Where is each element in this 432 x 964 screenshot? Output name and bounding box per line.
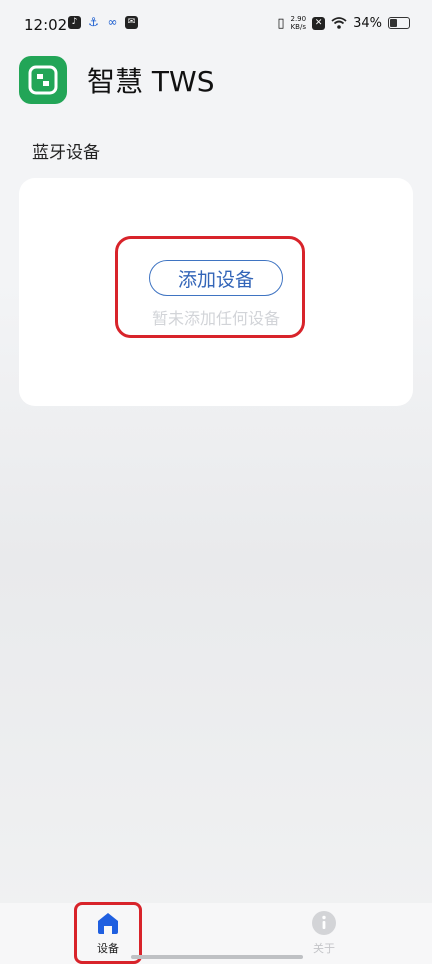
no-sim-icon: ✕	[312, 16, 326, 30]
status-bar: 12:02 ♪ ⚓ ∞ ✉ ▯ 2.90 KB/s ✕ 34%	[0, 0, 432, 50]
section-title: 蓝牙设备	[32, 143, 100, 163]
message-icon: ✉	[125, 16, 138, 29]
status-time: 12:02	[24, 16, 68, 34]
status-right: ▯ 2.90 KB/s ✕ 34%	[277, 15, 410, 31]
app-notification-icon: ⚓	[88, 15, 99, 29]
earbuds-logo-icon	[28, 65, 58, 95]
battery-percent: 34%	[353, 15, 382, 31]
empty-state-text: 暂未添加任何设备	[151, 309, 280, 328]
app-title: 智慧 TWS	[87, 65, 215, 98]
add-device-button[interactable]: 添加设备	[149, 260, 283, 296]
tab-about-label: 关于	[313, 942, 335, 955]
app-logo	[19, 56, 67, 104]
app-header: 智慧 TWS	[19, 56, 214, 104]
vibrate-icon: ▯	[277, 15, 285, 31]
info-icon	[312, 911, 336, 935]
tiktok-icon: ♪	[68, 16, 81, 29]
wifi-icon	[331, 17, 347, 29]
home-indicator[interactable]	[131, 955, 303, 959]
network-speed: 2.90 KB/s	[290, 15, 307, 31]
link-icon: ∞	[107, 15, 118, 29]
battery-icon	[388, 17, 410, 29]
notification-icons: ♪ ⚓ ∞ ✉	[68, 16, 138, 29]
